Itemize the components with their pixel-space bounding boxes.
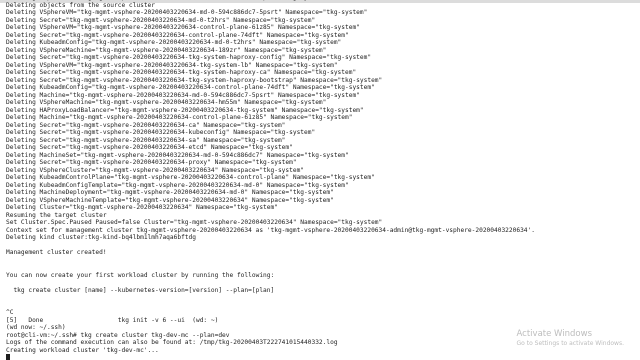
terminal-line: Deleting Machine="tkg-mgmt-vsphere-20200… [6, 114, 353, 121]
terminal-line: Deleting KubeadmConfig="tkg-mgmt-vsphere… [6, 84, 375, 91]
terminal-line: Deleting objects from the source cluster [6, 1, 156, 9]
terminal-line: [5] Done tkg init -v 6 --ui (wd: ~) [6, 316, 219, 324]
terminal-line: Deleting VSphereMachineTemplate="tkg-mgm… [6, 196, 334, 204]
terminal-line: Resuming the target cluster [6, 211, 107, 219]
deletion-log: Deleting VSphereVM="tkg-mgmt-vsphere-202… [6, 0, 636, 242]
terminal-line: Deleting Secret="tkg-mgmt-vsphere-202004… [6, 16, 316, 24]
terminal-line: Deleting Secret="tkg-mgmt-vsphere-202004… [6, 76, 383, 84]
terminal-line: Deleting Secret="tkg-mgmt-vsphere-202004… [6, 121, 286, 129]
terminal-line: ^C [6, 309, 14, 316]
activate-windows-watermark: Activate Windows Go to Settings to activ… [517, 329, 624, 348]
cursor-line[interactable] [6, 354, 636, 360]
terminal-line: Deleting VSphereVM="tkg-mgmt-vsphere-202… [6, 24, 360, 31]
terminal-line: Deleting KubeadmConfig="tkg-mgmt-vsphere… [6, 39, 342, 46]
terminal-line: Deleting VSphereVM="tkg-mgmt-vsphere-202… [6, 9, 368, 16]
terminal-line: Deleting HAProxyLoadBalancer="tkg-mgmt-v… [6, 106, 364, 114]
terminal-line: Deleting Secret="tkg-mgmt-vsphere-202004… [6, 129, 316, 136]
cluster-created-message: Management cluster created! [6, 249, 107, 256]
terminal-line: Deleting Machine="tkg-mgmt-vsphere-20200… [6, 91, 360, 99]
terminal-line: Deleting KubeadmConfigTemplate="tkg-mgmt… [6, 181, 349, 189]
terminal-line: Deleting VSphereMachine="tkg-mgmt-vspher… [6, 46, 327, 54]
terminal-line: Deleting Secret="tkg-mgmt-vsphere-202004… [6, 31, 349, 39]
watermark-subtitle: Go to Settings to activate Windows. [516, 340, 624, 347]
terminal-line: Deleting Secret="tkg-mgmt-vsphere-202004… [6, 69, 357, 76]
watermark-title: Activate Windows [516, 329, 592, 339]
terminal-line: Context set for management cluster tkg-m… [6, 226, 535, 234]
create-command-line: tkg create cluster [name] --kubernetes-v… [6, 286, 275, 294]
terminal-line: Deleting Secret="tkg-mgmt-vsphere-202004… [6, 54, 372, 61]
terminal-line: Deleting VSphereVM="tkg-mgmt-vsphere-202… [6, 61, 338, 69]
terminal-line: Deleting kind cluster:tkg-kind-bq4lbm1lm… [6, 234, 196, 241]
terminal-line: Deleting Secret="tkg-mgmt-vsphere-202004… [6, 159, 297, 166]
terminal-window[interactable]: Deleting VSphereVM="tkg-mgmt-vsphere-202… [0, 0, 640, 360]
terminal-line: Deleting MachineDeployment="tkg-mgmt-vsp… [6, 189, 334, 196]
terminal-line: Deleting Cluster="tkg-mgmt-vsphere-20200… [6, 204, 278, 211]
terminal-line: Deleting VSphereCluster="tkg-mgmt-vspher… [6, 166, 305, 174]
terminal-line: Deleting MachineSet="tkg-mgmt-vsphere-20… [6, 151, 349, 159]
terminal-output: Deleting VSphereVM="tkg-mgmt-vsphere-202… [6, 0, 636, 360]
create-hint-line: You can now create your first workload c… [6, 271, 275, 279]
terminal-line: Deleting VSphereMachine="tkg-mgmt-vspher… [6, 99, 327, 106]
terminal-line: Deleting KubeadmControlPlane="tkg-mgmt-v… [6, 174, 375, 181]
terminal-line: Set Cluster.Spec.Paused Paused=false Clu… [6, 219, 383, 226]
terminal-line: Deleting Secret="tkg-mgmt-vsphere-202004… [6, 136, 286, 144]
terminal-line: Deleting Secret="tkg-mgmt-vsphere-202004… [6, 144, 293, 151]
terminal-cursor [6, 354, 10, 360]
